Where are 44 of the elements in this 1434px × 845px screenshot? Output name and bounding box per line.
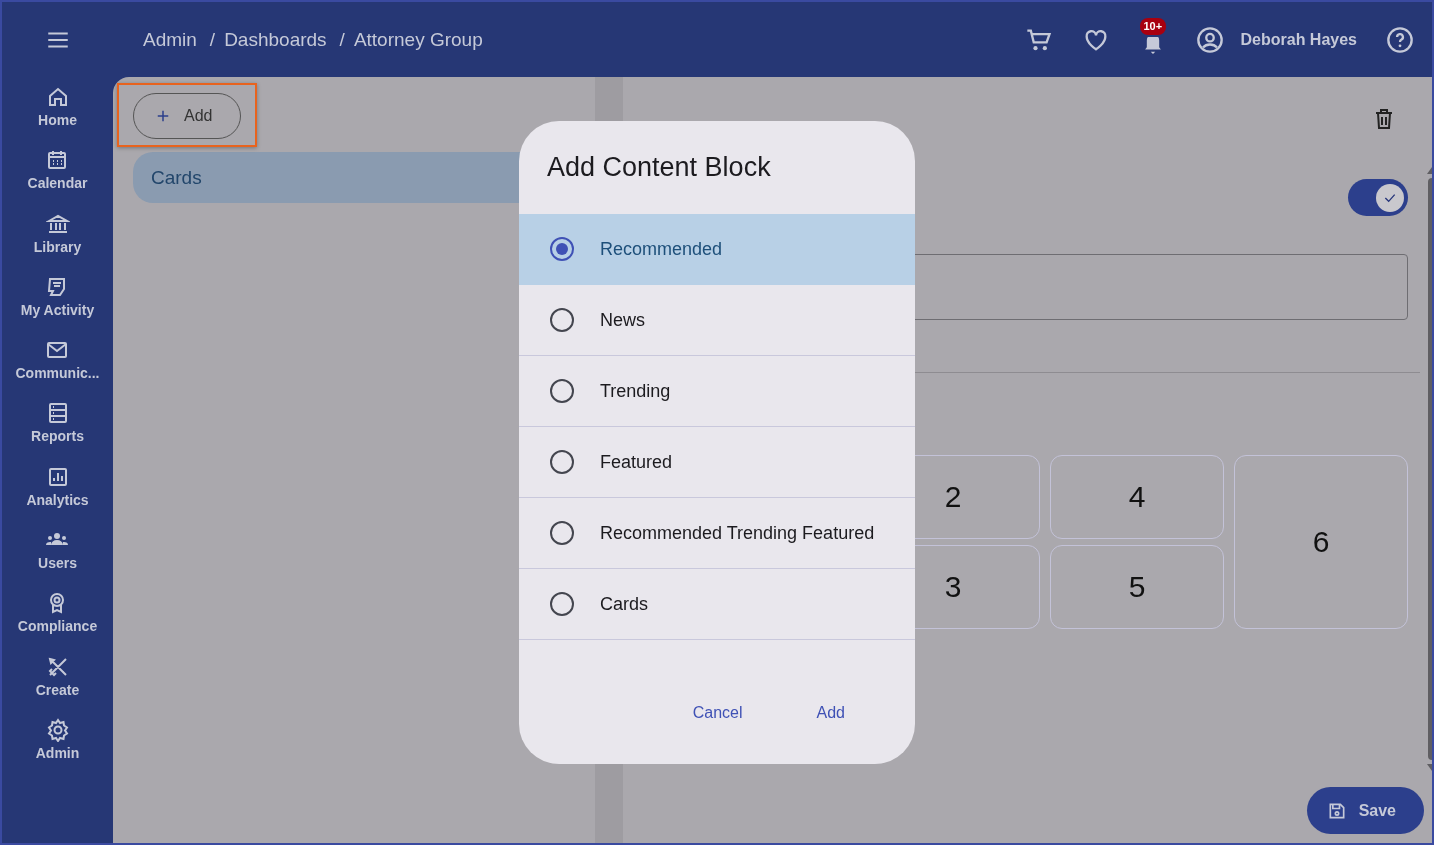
option-label: Featured xyxy=(600,451,673,473)
nav-item[interactable]: Home xyxy=(38,83,77,147)
radio-button[interactable] xyxy=(550,592,574,616)
nav-item[interactable]: Reports xyxy=(31,399,84,463)
option-row[interactable]: Recommended xyxy=(519,214,915,285)
radio-button[interactable] xyxy=(550,521,574,545)
toggle-switch[interactable] xyxy=(1348,179,1408,216)
notification-badge: 10+ xyxy=(1139,17,1167,35)
nav-item[interactable]: Compliance xyxy=(17,589,98,653)
nav-item[interactable]: Library xyxy=(33,209,82,273)
nav-item[interactable]: Users xyxy=(38,526,77,590)
user-name[interactable]: Deborah Hayes xyxy=(1240,30,1357,49)
breadcrumb-separator: / xyxy=(339,28,345,51)
cancel-button[interactable]: Cancel xyxy=(670,700,765,726)
grid-tile: 5 xyxy=(1050,545,1224,629)
grid-tile: 4 xyxy=(1050,455,1224,539)
option-row[interactable]: News xyxy=(519,285,915,356)
nav-item[interactable]: Calendar xyxy=(27,146,88,210)
nav-item[interactable]: Communic... xyxy=(15,336,100,400)
radio-button[interactable] xyxy=(550,308,574,332)
radio-button[interactable] xyxy=(550,450,574,474)
nav-item[interactable]: Admin xyxy=(35,715,80,780)
option-label: News xyxy=(600,309,645,331)
radio-button[interactable] xyxy=(550,237,574,261)
grid-tile: 6 xyxy=(1234,455,1408,629)
option-row[interactable]: Recommended Trending Featured xyxy=(519,498,915,569)
option-label: Cards xyxy=(600,593,648,615)
option-row[interactable]: Cards xyxy=(519,569,915,640)
option-label: Trending xyxy=(600,380,671,402)
option-row[interactable]: Trending xyxy=(519,356,915,427)
breadcrumb-link[interactable]: Dashboards xyxy=(224,28,327,51)
radio-button[interactable] xyxy=(550,379,574,403)
breadcrumb-link[interactable]: Admin xyxy=(143,28,197,51)
option-label: Recommended xyxy=(600,238,723,260)
nav-item[interactable]: Analytics xyxy=(26,462,89,527)
option-row[interactable]: Featured xyxy=(519,427,915,498)
nav-item[interactable]: Create xyxy=(35,652,80,716)
confirm-button[interactable]: Add xyxy=(794,700,867,726)
breadcrumb-separator: / xyxy=(209,28,216,51)
save-button[interactable]: Save xyxy=(1306,787,1424,834)
account-icon[interactable] xyxy=(1195,25,1224,54)
help-icon[interactable] xyxy=(1386,25,1414,54)
nav-item[interactable]: My Activity xyxy=(20,272,95,337)
gear-icon xyxy=(45,717,70,742)
